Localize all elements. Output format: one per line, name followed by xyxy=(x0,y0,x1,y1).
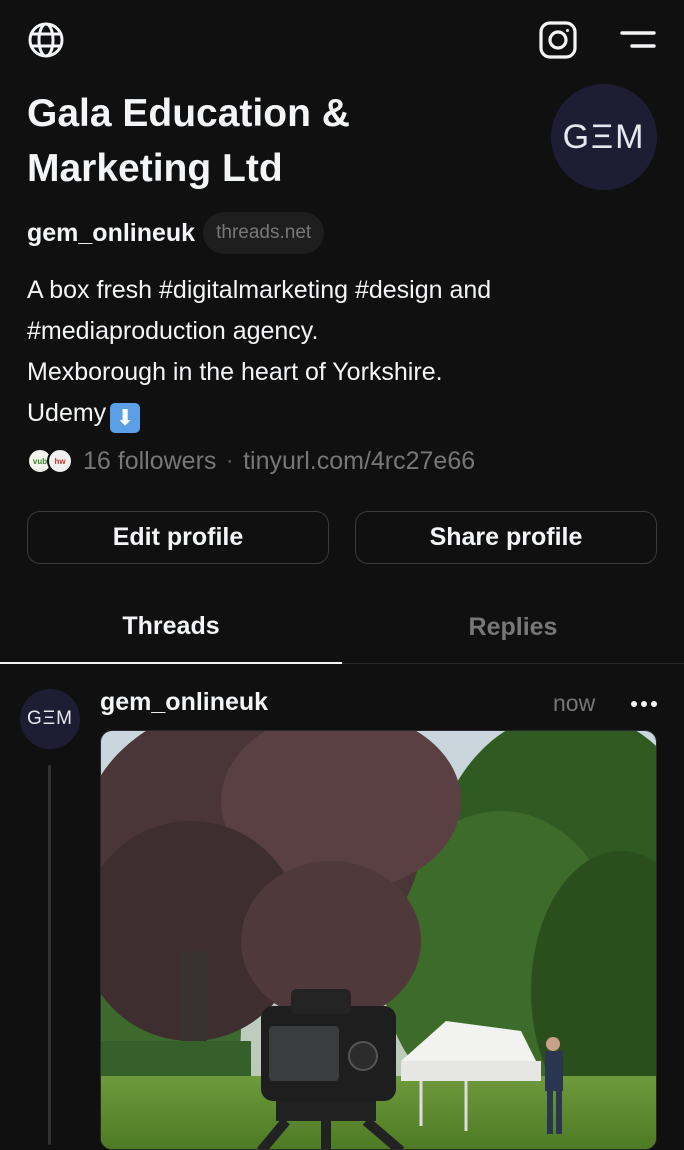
followers-row[interactable]: vub hw 16 followers · tinyurl.com/4rc27e… xyxy=(27,442,475,480)
threads-domain-pill[interactable]: threads.net xyxy=(203,212,325,254)
bio-line: A box fresh #digitalmarketing #design an… xyxy=(27,276,492,304)
profile-tabs: Threads Replies xyxy=(0,590,684,664)
followers-count[interactable]: 16 followers xyxy=(83,447,216,476)
more-horizontal-icon[interactable] xyxy=(626,688,662,720)
tab-replies[interactable]: Replies xyxy=(342,590,684,664)
tab-threads[interactable]: Threads xyxy=(0,590,342,664)
globe-icon[interactable] xyxy=(24,18,68,62)
bio-udemy-text: Udemy xyxy=(27,399,107,427)
instagram-icon[interactable] xyxy=(536,18,580,62)
post-avatar[interactable]: GΞM xyxy=(20,689,80,749)
profile-avatar[interactable]: GΞM xyxy=(551,84,657,190)
post-photo[interactable] xyxy=(100,730,657,1150)
menu-icon[interactable] xyxy=(614,18,662,62)
thread-line xyxy=(48,765,51,1145)
profile-handle: gem_onlineuk xyxy=(27,218,196,247)
down-arrow-emoji-icon: ⬇ xyxy=(110,403,141,433)
edit-profile-button[interactable]: Edit profile xyxy=(27,511,329,564)
post-username[interactable]: gem_onlineuk xyxy=(100,688,268,717)
bio-line: Mexborough in the heart of Yorkshire. xyxy=(27,358,443,386)
bio-line: Udemy ⬇ xyxy=(27,393,647,434)
profile-bio: A box fresh #digitalmarketing #design an… xyxy=(27,270,647,434)
profile-link[interactable]: tinyurl.com/4rc27e66 xyxy=(243,447,475,476)
follower-avatar: hw xyxy=(47,448,73,474)
handle-row: gem_onlineuk threads.net xyxy=(27,211,325,255)
bio-line: #mediaproduction agency. xyxy=(27,317,319,345)
share-profile-button[interactable]: Share profile xyxy=(355,511,657,564)
separator-dot: · xyxy=(226,449,234,472)
top-bar xyxy=(0,0,684,80)
profile-name: Gala Education & Marketing Ltd xyxy=(27,92,350,190)
post-timestamp: now xyxy=(553,690,596,716)
